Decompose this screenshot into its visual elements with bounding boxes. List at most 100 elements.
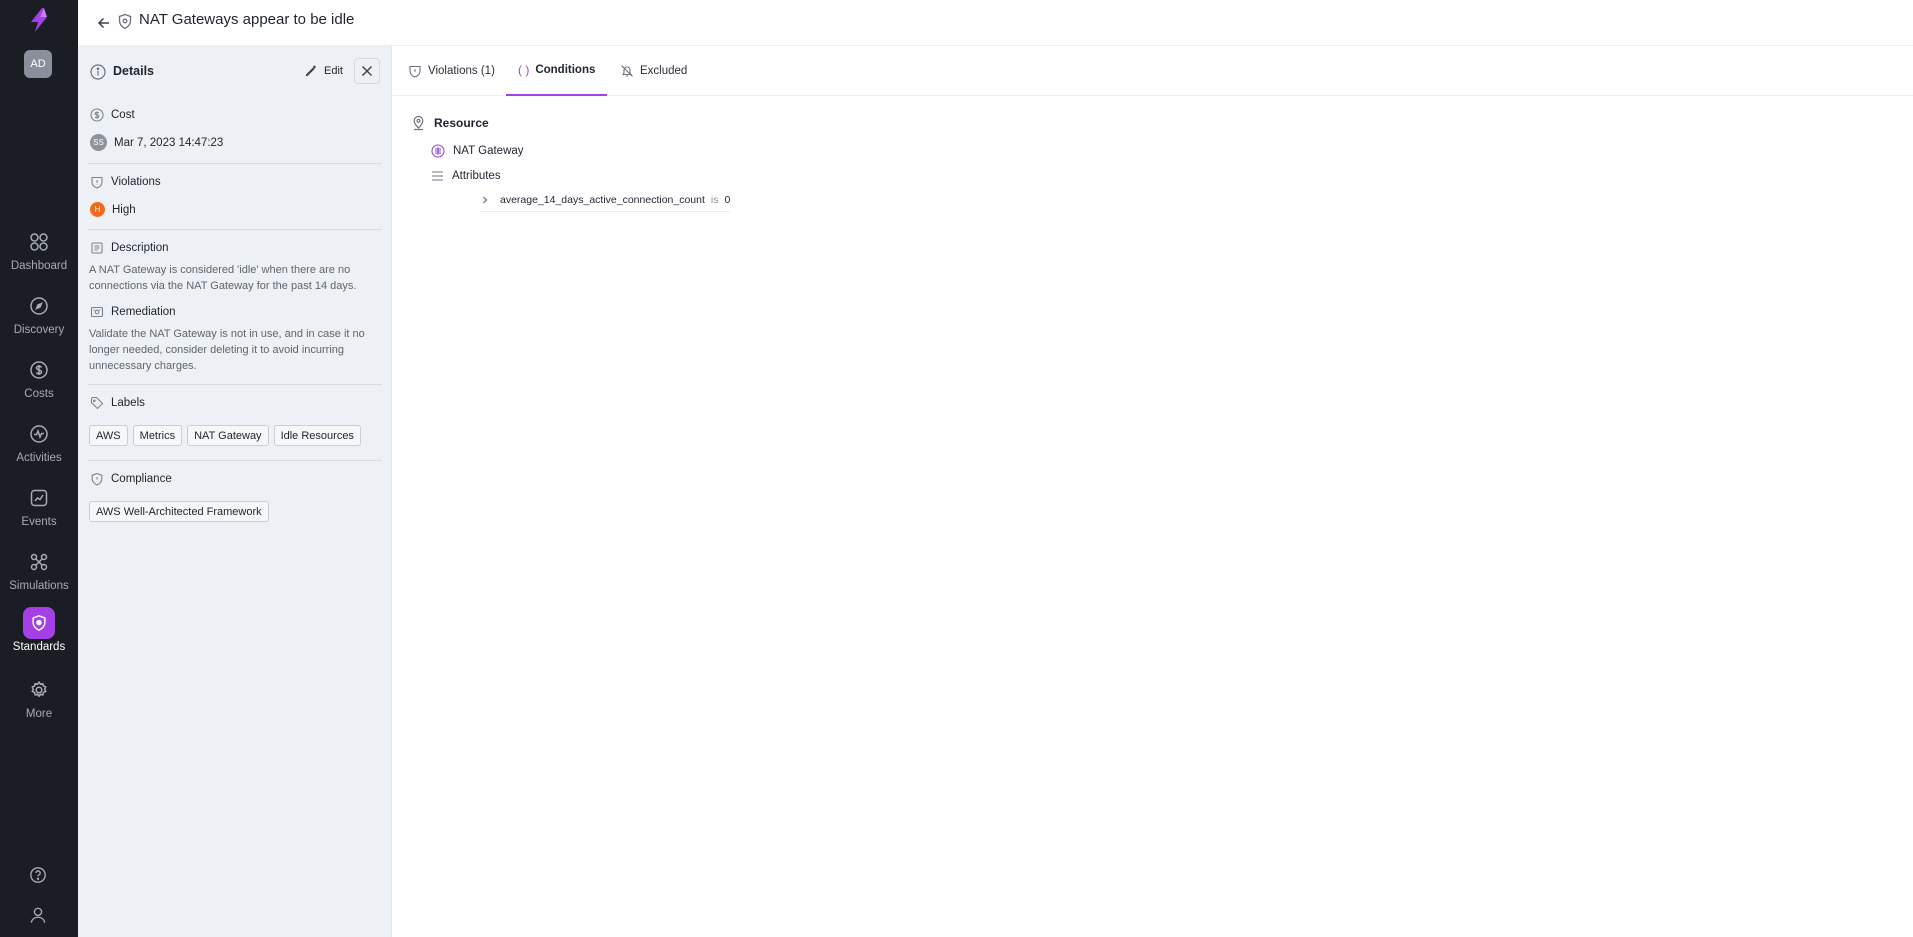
list-icon — [432, 171, 443, 181]
logo-icon[interactable] — [25, 6, 53, 34]
nav-label: Discovery — [13, 324, 65, 336]
cost-timestamp: Mar 7, 2023 14:47:23 — [114, 136, 224, 149]
compliance-label: Compliance — [111, 473, 172, 485]
profile-button[interactable] — [23, 900, 53, 930]
nav-label: Activities — [16, 452, 62, 464]
chevron-right-icon[interactable] — [480, 195, 490, 205]
nav-item-more[interactable]: More — [0, 674, 78, 730]
description-section-header: Description — [90, 241, 169, 255]
tab-violations[interactable]: Violations (1) — [396, 46, 507, 96]
remediation-text: Validate the NAT Gateway is not in use, … — [89, 328, 365, 372]
violations-section-header: Violations — [90, 175, 161, 189]
labels-label: Labels — [111, 397, 145, 409]
resource-type: NAT Gateway — [453, 145, 524, 157]
compliance-section-header: Compliance — [90, 472, 172, 486]
compliance-shield-icon — [91, 472, 103, 486]
resource-label: Resource — [434, 116, 489, 130]
attributes-row: Attributes — [431, 170, 501, 182]
details-panel: Details Edit Cost SS Mar 7, 2023 14:47:2… — [78, 46, 392, 937]
document-icon — [91, 242, 103, 254]
nav-label: Events — [21, 516, 57, 528]
details-title: Details — [113, 64, 154, 78]
chart-line-icon — [30, 489, 48, 507]
labels-list: AWS Metrics NAT Gateway Idle Resources — [89, 425, 361, 446]
close-panel-button[interactable] — [354, 58, 380, 84]
cost-meta: SS Mar 7, 2023 14:47:23 — [90, 134, 223, 151]
nav-item-standards[interactable]: Standards — [0, 607, 78, 663]
location-pin-icon — [413, 115, 424, 131]
close-icon — [362, 66, 372, 76]
resource-type-row: NAT Gateway — [431, 144, 524, 158]
shield-icon — [118, 13, 132, 30]
cost-label: Cost — [111, 109, 135, 121]
edit-label: Edit — [324, 65, 343, 77]
edit-button[interactable]: Edit — [300, 59, 347, 83]
label-chip[interactable]: NAT Gateway — [187, 425, 269, 446]
divider — [88, 163, 382, 164]
remediation-label: Remediation — [111, 306, 176, 318]
remediation-section-header: Remediation — [90, 305, 176, 319]
info-icon — [90, 64, 106, 80]
divider — [88, 384, 382, 385]
nav-item-discovery[interactable]: Discovery — [0, 290, 78, 346]
details-panel-header: Details Edit — [78, 46, 392, 96]
remediation-icon — [90, 306, 104, 318]
attribute-value: 0 — [724, 194, 731, 206]
author-avatar: SS — [90, 134, 107, 151]
label-chip[interactable]: Idle Resources — [273, 425, 361, 446]
description-text: A NAT Gateway is considered 'idle' when … — [89, 264, 357, 292]
compass-icon — [30, 297, 48, 315]
activity-icon — [30, 425, 48, 443]
attribute-operator: is — [710, 194, 719, 206]
simulation-icon — [30, 553, 48, 571]
label-chip[interactable]: Metrics — [132, 425, 183, 446]
help-button[interactable] — [23, 860, 53, 890]
user-icon — [30, 907, 46, 923]
description-label: Description — [111, 242, 169, 254]
dollar-icon — [90, 108, 104, 122]
bell-off-icon — [621, 65, 633, 77]
attribute-condition[interactable]: average_14_days_active_connection_count … — [480, 194, 731, 212]
tag-icon — [90, 396, 104, 410]
severity-value: High — [112, 203, 136, 216]
tab-label: Excluded — [640, 65, 688, 77]
nav-label: Costs — [24, 388, 54, 400]
dollar-icon — [30, 361, 48, 379]
user-avatar[interactable]: AD — [24, 50, 52, 78]
arrow-left-icon — [97, 17, 109, 29]
shield-icon — [32, 615, 46, 632]
nav-item-events[interactable]: Events — [0, 482, 78, 538]
nav-item-dashboard[interactable]: Dashboard — [0, 226, 78, 282]
severity-badge: H — [90, 202, 105, 217]
compliance-chip[interactable]: AWS Well-Architected Framework — [89, 501, 269, 522]
resource-section-header: Resource — [411, 115, 489, 131]
label-chip[interactable]: AWS — [89, 425, 128, 446]
tab-label: Violations (1) — [428, 65, 495, 77]
nav-label: Dashboard — [10, 260, 68, 272]
nav-item-activities[interactable]: Activities — [0, 418, 78, 474]
page-title: NAT Gateways appear to be idle — [139, 11, 355, 28]
attributes-label: Attributes — [452, 170, 501, 182]
tab-excluded[interactable]: Excluded — [608, 46, 699, 96]
shield-alert-icon — [409, 65, 421, 78]
gear-icon — [31, 680, 47, 698]
nav-label: More — [25, 708, 53, 720]
nav-label: Simulations — [9, 580, 69, 592]
attribute-name: average_14_days_active_connection_count — [500, 194, 705, 206]
tab-bar: Violations (1) ( ) Conditions Excluded — [393, 46, 1913, 96]
nav-rail: AD Dashboard Discovery Costs Activities … — [0, 0, 78, 937]
pencil-icon — [306, 65, 316, 76]
compliance-list: AWS Well-Architected Framework — [89, 501, 269, 522]
divider — [88, 229, 382, 230]
labels-section-header: Labels — [90, 396, 145, 410]
divider — [88, 460, 382, 461]
grid-icon — [30, 233, 48, 251]
tab-conditions[interactable]: ( ) Conditions — [506, 46, 608, 96]
back-button[interactable] — [92, 11, 116, 35]
nav-label: Standards — [12, 641, 66, 653]
braces-icon: ( ) — [518, 63, 530, 77]
nat-gateway-icon — [431, 144, 445, 158]
shield-alert-icon — [91, 176, 103, 189]
nav-item-costs[interactable]: Costs — [0, 354, 78, 410]
nav-item-simulations[interactable]: Simulations — [0, 546, 78, 602]
